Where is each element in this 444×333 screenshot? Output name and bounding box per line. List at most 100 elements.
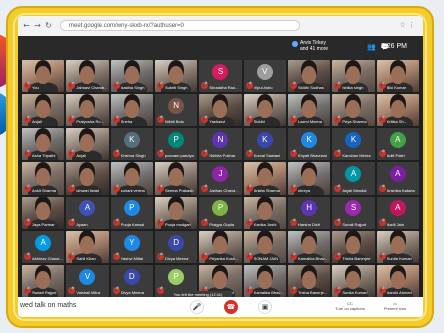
participant-tile[interactable]: 🎤 Trisha Banerje... bbox=[287, 264, 331, 297]
participant-tile[interactable]: 🎤 Kritika Sh... bbox=[376, 94, 419, 127]
participant-tile[interactable]: D 🎤 Divya Meena bbox=[154, 230, 198, 263]
participant-tile[interactable]: 🎤 Pooja modgari bbox=[154, 196, 198, 229]
participant-tile[interactable]: 🎤SONAM JAIN bbox=[243, 230, 286, 263]
participant-name: Anjali Mandal bbox=[342, 187, 367, 193]
address-bar[interactable]: meet.google.com/wny-skxb-rx/?authuser=0 bbox=[60, 20, 300, 31]
participant-tile[interactable]: 🎤 Ankita Sharma bbox=[243, 162, 286, 195]
participant-face bbox=[36, 168, 51, 187]
participant-name: Abhinav Chaud... bbox=[32, 255, 63, 261]
mic-muted-icon: 🎤 bbox=[156, 116, 164, 124]
mic-muted-icon: 🎤 bbox=[378, 218, 386, 226]
hangup-button[interactable]: ☎ bbox=[224, 300, 238, 314]
participant-face bbox=[257, 236, 272, 255]
participant-tile[interactable]: 🎤 Jahnavi Chandr... bbox=[66, 60, 109, 93]
participant-avatar-circle: D bbox=[168, 234, 185, 251]
participant-tile[interactable]: V 🎤 Vipul Ashu bbox=[243, 60, 286, 93]
participant-tile[interactable]: 🎤 Sahil Khan bbox=[66, 230, 109, 263]
participant-tile[interactable]: A 🎤 Aditi Patel bbox=[376, 128, 419, 161]
participant-tile[interactable]: 🎤 Kamalika Bhavnani bbox=[287, 230, 331, 263]
participant-tile[interactable]: Y 🎤 Yashvi Mittal bbox=[110, 230, 153, 263]
participant-name: Divya Meena bbox=[164, 255, 189, 261]
participant-tile[interactable]: 🎤 You bbox=[22, 60, 65, 93]
participant-tile[interactable]: 🎤 Ishika singh bbox=[332, 60, 375, 93]
participant-tile[interactable]: 🎤 Trisha Banerjee bbox=[332, 230, 375, 263]
participant-tile[interactable]: 🎤 Sunita Kumari bbox=[376, 230, 419, 263]
participant-name: Sunita Kumari bbox=[342, 289, 368, 295]
participant-tile[interactable]: 🎤 Pratyusha Ro... bbox=[66, 94, 109, 127]
participant-tile[interactable]: 🎤 shreya bbox=[287, 162, 331, 195]
participant-tile[interactable]: S 🎤 Sonali Rajput bbox=[332, 196, 375, 229]
participant-tile[interactable]: K 🎤 Kanchan Mehra bbox=[332, 128, 375, 161]
back-icon[interactable]: ← bbox=[22, 21, 31, 30]
participant-tile[interactable]: S 🎤 Shraddha Rao... bbox=[199, 60, 242, 93]
participant-name: Ishika singh bbox=[342, 85, 364, 91]
mic-muted-icon: 🎤 bbox=[112, 184, 120, 192]
participant-avatar-circle: P bbox=[212, 200, 229, 217]
participant-face bbox=[213, 270, 228, 289]
participant-tile[interactable]: P 🎤 Pragya Gupta bbox=[199, 196, 242, 229]
participant-avatar-circle: V bbox=[79, 268, 96, 285]
participant-face bbox=[346, 99, 361, 118]
mic-muted-icon: 🎤 bbox=[24, 252, 31, 260]
participant-tile[interactable]: 🎤 Aarohi Ahmed bbox=[376, 264, 419, 297]
participant-tile[interactable]: 🎤 Kamalika Bhava... bbox=[243, 264, 286, 297]
call-controls: 🎤 ☎ ▣ bbox=[190, 300, 274, 314]
forward-icon[interactable]: → bbox=[33, 21, 42, 30]
participant-avatar-circle: N bbox=[212, 132, 229, 149]
participant-tile[interactable]: N 🎤 Nikhil Bolo bbox=[154, 94, 198, 127]
participant-tile[interactable]: 🎤 Laxmi Meena bbox=[287, 94, 331, 127]
participant-tile[interactable]: 🎤 suhani verma bbox=[110, 162, 153, 195]
participant-tile[interactable]: 🎤 Jaya Parmar bbox=[22, 196, 65, 229]
participant-name: Komal Sawlani bbox=[253, 153, 281, 159]
meeting-title: wed talk on maths bbox=[20, 302, 77, 309]
participant-tile[interactable]: J 🎤 Jadhav Chand... bbox=[199, 162, 242, 195]
participant-tile[interactable]: 🎤 Asha Tripathi bbox=[22, 128, 65, 161]
participant-tile[interactable]: 🎤 Siddhi Sudhas bbox=[287, 60, 331, 93]
participant-tile[interactable]: K 🎤 Komal Sawlani bbox=[243, 128, 286, 161]
participant-summary[interactable]: Arvis Tirkey and 41 more bbox=[300, 40, 352, 52]
captions-button[interactable]: CC Turn on captions bbox=[331, 301, 369, 313]
participant-tile[interactable]: 🎤 Sunita Kumari bbox=[332, 264, 375, 297]
participant-tile[interactable]: 🎤 Priya Sharma bbox=[332, 94, 375, 127]
participant-tile[interactable]: A 🎤 Abhinav Chaud... bbox=[22, 230, 65, 263]
participant-avatar-circle: K bbox=[345, 132, 362, 149]
participant-tile[interactable]: 🎤 Seema Prakash bbox=[154, 162, 198, 195]
participant-tile[interactable]: 🎤 Aastha Singh bbox=[110, 60, 153, 93]
participant-tile[interactable]: N 🎤 Nikhita Pokhar bbox=[199, 128, 242, 161]
mic-muted-icon: 🎤 bbox=[334, 184, 342, 192]
participant-tile[interactable]: 🎤 Biki Kumar bbox=[376, 60, 419, 93]
participant-tile[interactable]: A 🎤 Anshika Kataria bbox=[376, 162, 419, 195]
participant-tile[interactable]: D 🎤 Divya Meena bbox=[110, 264, 153, 297]
browser-action-icons[interactable]: ☆ ⋮ bbox=[399, 21, 415, 29]
participant-name: Vipul Ashu bbox=[253, 85, 273, 91]
participant-tile[interactable]: H 🎤 Harsha Dixit bbox=[287, 196, 331, 229]
participant-tile[interactable]: K 🎤 Khyati Bhavnani bbox=[287, 128, 331, 161]
present-button[interactable]: ▭ Present now bbox=[374, 301, 416, 313]
camera-button[interactable]: ▣ bbox=[258, 300, 272, 314]
microphone-button[interactable]: 🎤 bbox=[190, 300, 204, 314]
participant-tile[interactable]: 🎤 Anjali bbox=[66, 128, 109, 161]
participant-tile[interactable]: 🎤 ishwari tiwari bbox=[66, 162, 109, 195]
participant-tile[interactable]: V 🎤 Vaishali Mitra bbox=[66, 264, 109, 297]
participant-face bbox=[390, 99, 405, 118]
participant-tile[interactable]: A 🎤 Ayaan bbox=[66, 196, 109, 229]
participant-tile[interactable]: K 🎤 Krishna Singh bbox=[110, 128, 153, 161]
participant-name: Pooja Kansal bbox=[120, 221, 145, 227]
participant-tile[interactable]: 🎤 Yashasvi bbox=[199, 94, 242, 127]
participant-tile[interactable]: 🎤 Anjali bbox=[22, 94, 65, 127]
participant-face bbox=[346, 65, 361, 84]
participant-face bbox=[257, 270, 272, 289]
refresh-icon[interactable]: ↻ bbox=[44, 21, 53, 30]
participant-avatar-circle: A bbox=[345, 166, 362, 183]
participant-tile[interactable]: 🎤 Sneha bbox=[110, 94, 153, 127]
participant-tile[interactable]: A 🎤 Aadil Jain bbox=[376, 196, 419, 229]
participant-tile[interactable]: 🎤 Kanika Joshi bbox=[243, 196, 286, 229]
participant-tile[interactable]: P 🎤 Pooja Kansal bbox=[110, 196, 153, 229]
participant-tile[interactable]: P 🎤 poonam pandya bbox=[154, 128, 198, 161]
participant-tile[interactable]: 🎤 Ankit Sharma bbox=[22, 162, 65, 195]
participant-tile[interactable]: A 🎤 Anjali Mandal bbox=[332, 162, 375, 195]
participant-tile[interactable]: 🎤 Priyanka Kush... bbox=[199, 230, 242, 263]
participant-tile[interactable]: 🎤 Sukriti Singh bbox=[154, 60, 198, 93]
participant-tile[interactable]: 🎤 Swasti Rajput bbox=[22, 264, 65, 297]
participant-tile[interactable]: 🎤 Siddhi bbox=[243, 94, 286, 127]
